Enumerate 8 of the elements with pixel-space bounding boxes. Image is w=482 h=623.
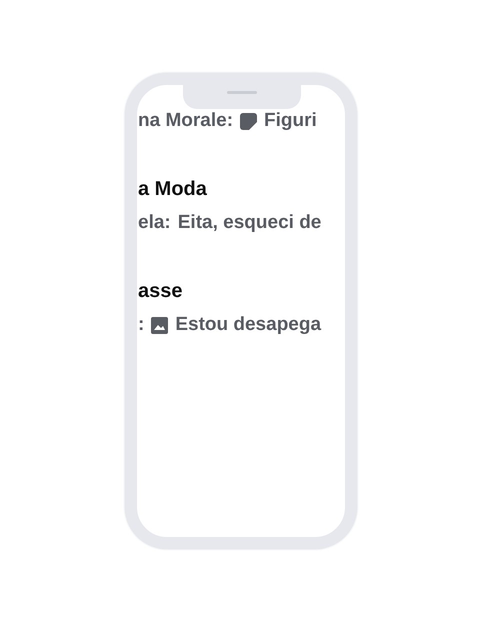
chat-name: asse	[138, 279, 182, 303]
message-preview: Figuri	[264, 109, 317, 133]
sender-name: :	[138, 313, 144, 337]
message-preview: Estou desapega	[175, 313, 322, 337]
sender-name: na Morale:	[138, 109, 234, 133]
sender-name: ela:	[138, 211, 171, 235]
chat-name: a Moda	[138, 177, 207, 201]
message-preview: Eita, esqueci de	[178, 211, 322, 235]
